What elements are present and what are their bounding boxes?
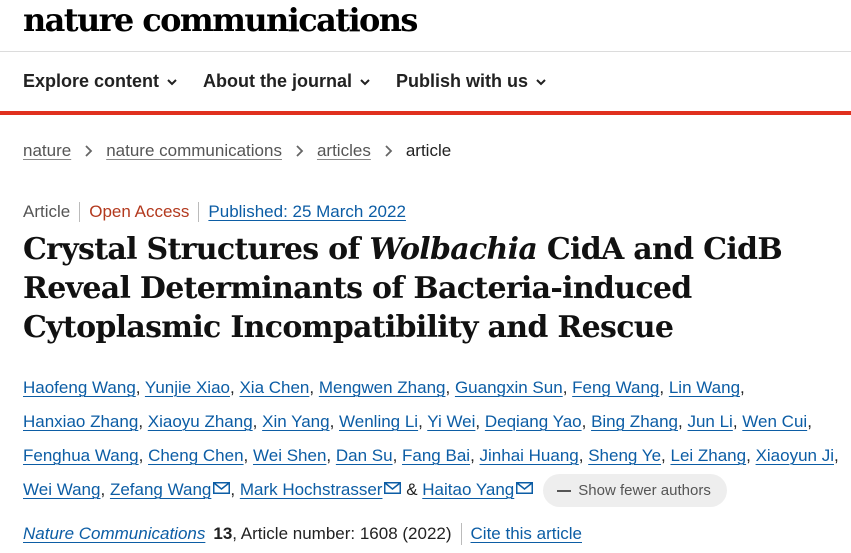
show-fewer-authors-button[interactable]: Show fewer authors (543, 474, 727, 508)
volume: 13 (213, 524, 233, 543)
breadcrumb-nature[interactable]: nature (23, 141, 71, 161)
author-link[interactable]: Dan Su (336, 446, 393, 465)
email-icon[interactable] (213, 482, 231, 494)
author-link[interactable]: Xiaoyu Zhang (148, 412, 253, 431)
corresponding-author-wrap: Zefang Wang (110, 480, 231, 499)
nav-label: Explore content (23, 71, 160, 91)
chevron-down-icon (360, 78, 370, 85)
nav-label: About the journal (203, 71, 353, 91)
article-meta: Article Open Access Published: 25 March … (23, 202, 406, 222)
author-link[interactable]: Hanxiao Zhang (23, 412, 138, 431)
corresponding-author-wrap: Haitao Yang (422, 480, 534, 499)
author-link[interactable]: Wei Wang (23, 480, 100, 499)
author-link[interactable]: Haofeng Wang (23, 378, 136, 397)
author-link[interactable]: Yi Wei (427, 412, 475, 431)
author-link[interactable]: Mengwen Zhang (319, 378, 446, 397)
article-title: Crystal Structures of Wolbachia CidA and… (23, 230, 838, 347)
author-link[interactable]: Lei Zhang (670, 446, 746, 465)
meta-divider (198, 202, 200, 222)
author-list: Haofeng Wang, Yunjie Xiao, Xia Chen, Men… (23, 371, 845, 508)
citation-divider (460, 523, 462, 545)
chevron-right-icon (385, 145, 393, 157)
cite-this-article-link[interactable]: Cite this article (471, 524, 582, 544)
breadcrumb: nature nature communications articles ar… (23, 141, 451, 161)
citation-line: Nature Communications 13 , Article numbe… (23, 523, 582, 545)
author-link[interactable]: Haitao Yang (422, 480, 514, 499)
nav-label: Publish with us (396, 71, 529, 91)
article-type: Article (23, 202, 71, 221)
nav-explore-content[interactable]: Explore content (23, 71, 177, 92)
author-link[interactable]: Fang Bai (402, 446, 470, 465)
author-link[interactable]: Wenling Li (339, 412, 418, 431)
chevron-right-icon (85, 145, 93, 157)
author-link[interactable]: Bing Zhang (591, 412, 678, 431)
author-link[interactable]: Fenghua Wang (23, 446, 139, 465)
corresponding-author-wrap: Mark Hochstrasser (240, 480, 402, 499)
author-link[interactable]: Jun Li (687, 412, 732, 431)
site-header: nature communications (0, 0, 851, 52)
site-logo[interactable]: nature communications (23, 0, 418, 40)
published-date-link[interactable]: Published: 25 March 2022 (208, 202, 406, 222)
author-link[interactable]: Guangxin Sun (455, 378, 563, 397)
author-link[interactable]: Cheng Chen (148, 446, 243, 465)
show-fewer-label: Show fewer authors (578, 481, 711, 499)
article-number: , Article number: 1608 (2022) (232, 524, 452, 543)
open-access-label: Open Access (89, 202, 190, 221)
email-icon[interactable] (384, 482, 402, 494)
nav-about-journal[interactable]: About the journal (203, 71, 370, 92)
author-link[interactable]: Deqiang Yao (485, 412, 582, 431)
author-link[interactable]: Mark Hochstrasser (240, 480, 383, 499)
email-icon[interactable] (516, 482, 534, 494)
author-link[interactable]: Xin Yang (262, 412, 329, 431)
breadcrumb-nature-communications[interactable]: nature communications (106, 141, 282, 161)
author-link[interactable]: Sheng Ye (588, 446, 661, 465)
title-italic: Wolbachia (369, 232, 538, 267)
breadcrumb-current: article (405, 141, 452, 160)
journal-link[interactable]: Nature Communications (23, 524, 205, 544)
author-link[interactable]: Xiaoyun Ji (756, 446, 834, 465)
main-nav: Explore content About the journal Publis… (0, 52, 851, 115)
chevron-down-icon (536, 78, 546, 85)
author-link[interactable]: Zefang Wang (110, 480, 211, 499)
chevron-down-icon (167, 78, 177, 85)
author-link[interactable]: Xia Chen (239, 378, 309, 397)
author-link[interactable]: Jinhai Huang (480, 446, 579, 465)
author-link[interactable]: Feng Wang (572, 378, 659, 397)
minus-icon (557, 489, 572, 492)
author-link[interactable]: Wei Shen (253, 446, 326, 465)
meta-divider (79, 202, 81, 222)
breadcrumb-articles[interactable]: articles (317, 141, 371, 161)
author-link[interactable]: Wen Cui (742, 412, 807, 431)
title-part-1: Crystal Structures of (23, 232, 370, 267)
nav-publish-with-us[interactable]: Publish with us (396, 71, 546, 92)
author-link[interactable]: Yunjie Xiao (145, 378, 230, 397)
chevron-right-icon (296, 145, 304, 157)
author-link[interactable]: Lin Wang (669, 378, 740, 397)
